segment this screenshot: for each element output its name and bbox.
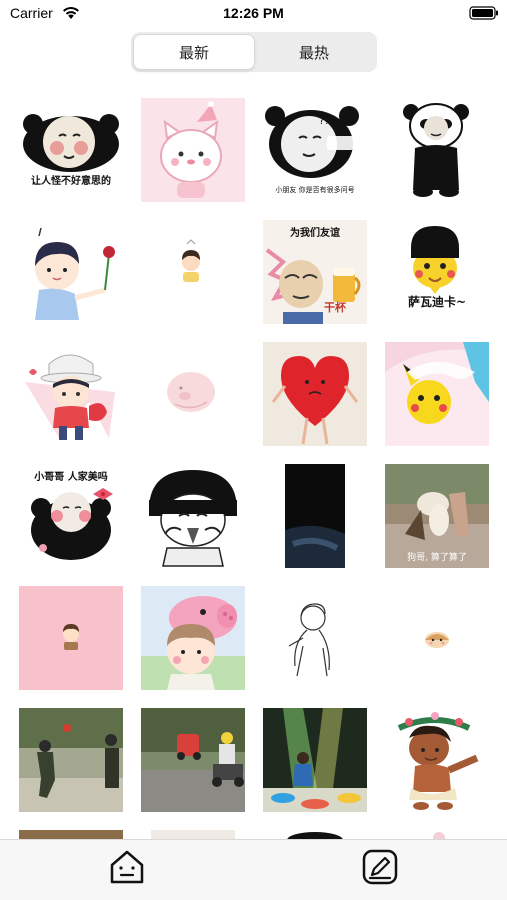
tab-latest[interactable]: 最新 xyxy=(134,35,254,69)
sticker-item[interactable] xyxy=(385,708,489,812)
battery-icon xyxy=(469,6,498,20)
sticker-item[interactable] xyxy=(19,708,123,812)
sticker-item[interactable] xyxy=(19,342,123,446)
status-time: 12:26 PM xyxy=(223,5,284,21)
sticker-item[interactable] xyxy=(385,586,489,690)
sticker-item[interactable] xyxy=(263,708,367,812)
sticker-item[interactable] xyxy=(263,464,367,568)
status-bar: Carrier 12:26 PM xyxy=(0,0,507,28)
sticker-item[interactable] xyxy=(141,708,245,812)
sticker-caption: 萨瓦迪卡~ xyxy=(407,295,467,309)
sticker-item[interactable] xyxy=(385,98,489,202)
sticker-item[interactable] xyxy=(263,830,367,839)
sticker-caption: 让人怪不好意思的 xyxy=(31,176,111,187)
sticker-item[interactable] xyxy=(263,586,367,690)
edit-icon xyxy=(362,849,398,885)
sticker-item[interactable] xyxy=(141,586,245,690)
sticker-item[interactable] xyxy=(141,464,245,568)
svg-text:???: ??? xyxy=(319,116,335,127)
sticker-item[interactable] xyxy=(385,830,489,839)
sticker-item[interactable] xyxy=(141,830,245,839)
sticker-caption: 小朋友 你是否有很多问号 xyxy=(275,186,355,194)
sticker-item[interactable] xyxy=(141,220,245,324)
home-tab[interactable] xyxy=(108,848,146,886)
sticker-item[interactable] xyxy=(19,220,123,324)
tab-bar xyxy=(0,839,507,900)
sticker-caption-2: 干杯 xyxy=(324,301,346,314)
sticker-item[interactable] xyxy=(141,342,245,446)
tab-hottest[interactable]: 最热 xyxy=(254,35,374,69)
sticker-item[interactable]: ??? 小朋友 你是否有很多问号 xyxy=(263,98,367,202)
sticker-caption: 小哥哥 人家美吗 xyxy=(34,472,108,483)
sticker-item[interactable] xyxy=(263,342,367,446)
sticker-item[interactable]: 萨瓦迪卡~ xyxy=(385,220,489,324)
sticker-item[interactable] xyxy=(19,830,123,839)
sticker-caption: 狗哥, 算了算了 xyxy=(407,553,467,563)
sticker-grid: 让人怪不好意思的 ??? 小朋友 你是否有很多问号 为我们友谊 干杯 萨瓦迪卡~… xyxy=(0,82,507,839)
sticker-item[interactable]: 让人怪不好意思的 xyxy=(19,98,123,202)
sticker-caption: 为我们友谊 xyxy=(290,228,340,239)
segmented-control: 最新 最热 xyxy=(131,32,377,72)
sticker-item[interactable] xyxy=(19,586,123,690)
home-icon xyxy=(110,850,144,884)
sticker-item[interactable] xyxy=(385,342,489,446)
sticker-item[interactable]: 小哥哥 人家美吗 xyxy=(19,464,123,568)
sticker-item[interactable]: 狗哥, 算了算了 xyxy=(385,464,489,568)
sticker-item[interactable] xyxy=(141,98,245,202)
edit-tab[interactable] xyxy=(361,848,399,886)
sticker-item[interactable]: 为我们友谊 干杯 xyxy=(263,220,367,324)
